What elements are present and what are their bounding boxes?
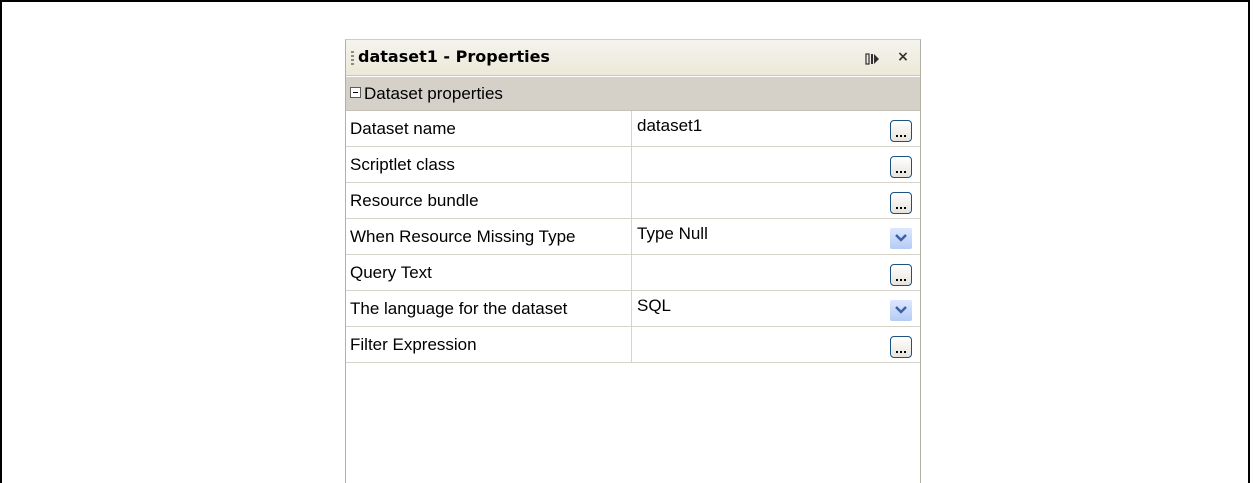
property-name: The language for the dataset bbox=[346, 291, 632, 326]
property-row-scriptlet-class[interactable]: Scriptlet class bbox=[346, 147, 920, 183]
property-row-language[interactable]: The language for the dataset SQL bbox=[346, 291, 920, 327]
property-value-select[interactable]: SQL bbox=[633, 291, 887, 326]
property-name: Scriptlet class bbox=[346, 147, 632, 182]
property-name: Query Text bbox=[346, 255, 632, 290]
property-value-field[interactable]: dataset1 bbox=[633, 111, 887, 146]
property-name: Resource bundle bbox=[346, 183, 632, 218]
drag-grip-icon[interactable] bbox=[351, 51, 354, 67]
ellipsis-button[interactable] bbox=[890, 120, 912, 142]
property-row-query-text[interactable]: Query Text bbox=[346, 255, 920, 291]
property-value-field[interactable] bbox=[633, 327, 887, 362]
property-row-resource-bundle[interactable]: Resource bundle bbox=[346, 183, 920, 219]
panel-title: dataset1 - Properties bbox=[358, 47, 550, 66]
collapse-icon[interactable] bbox=[350, 87, 361, 98]
dropdown-arrow-button[interactable] bbox=[890, 228, 912, 249]
property-name: Dataset name bbox=[346, 111, 632, 146]
property-row-dataset-name[interactable]: Dataset name dataset1 bbox=[346, 111, 920, 147]
chevron-down-icon bbox=[895, 234, 907, 242]
category-label: Dataset properties bbox=[364, 84, 503, 103]
property-row-filter-expression[interactable]: Filter Expression bbox=[346, 327, 920, 363]
category-row-dataset-properties[interactable]: Dataset properties bbox=[346, 77, 920, 111]
property-row-when-resource-missing-type[interactable]: When Resource Missing Type Type Null bbox=[346, 219, 920, 255]
property-value-field[interactable] bbox=[633, 183, 887, 218]
restore-panel-icon[interactable] bbox=[865, 51, 881, 65]
property-name: Filter Expression bbox=[346, 327, 632, 362]
dropdown-arrow-button[interactable] bbox=[890, 300, 912, 321]
property-value-field[interactable] bbox=[633, 147, 887, 182]
ellipsis-button[interactable] bbox=[890, 156, 912, 178]
properties-panel: dataset1 - Properties × Dataset properti… bbox=[345, 39, 921, 483]
property-name: When Resource Missing Type bbox=[346, 219, 632, 254]
property-value-select[interactable]: Type Null bbox=[633, 219, 887, 254]
property-value-field[interactable] bbox=[633, 255, 887, 290]
ellipsis-button[interactable] bbox=[890, 264, 912, 286]
ellipsis-button[interactable] bbox=[890, 192, 912, 214]
panel-titlebar[interactable]: dataset1 - Properties × bbox=[346, 40, 920, 76]
chevron-down-icon bbox=[895, 306, 907, 314]
property-grid: Dataset name dataset1 Scriptlet class Re… bbox=[346, 111, 920, 363]
ellipsis-button[interactable] bbox=[890, 336, 912, 358]
close-panel-button[interactable]: × bbox=[896, 47, 910, 67]
